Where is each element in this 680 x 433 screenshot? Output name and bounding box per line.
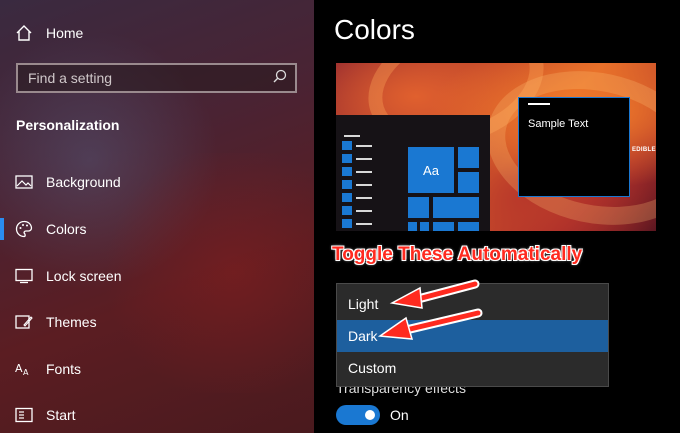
settings-sidebar: Home Personalization Background Colors L… (0, 0, 314, 433)
theme-preview: Aa Sample Text EDIBLE (336, 63, 656, 231)
sidebar-item-label: Lock screen (46, 268, 122, 284)
preview-titlebar (528, 103, 550, 105)
sidebar-item-label: Colors (46, 221, 87, 237)
sidebar-item-themes[interactable]: Themes (0, 310, 314, 334)
toggle-state-label: On (390, 407, 409, 423)
sidebar-item-colors[interactable]: Colors (0, 217, 314, 241)
section-title: Personalization (16, 117, 120, 133)
sidebar-item-label: Start (46, 407, 76, 423)
search-input[interactable] (28, 70, 258, 86)
lock-screen-icon (14, 266, 34, 286)
active-indicator (0, 218, 4, 240)
page-title: Colors (334, 14, 415, 45)
sidebar-item-lock-screen[interactable]: Lock screen (0, 264, 314, 288)
transparency-toggle[interactable] (336, 405, 380, 425)
palette-icon (14, 219, 34, 239)
nav-home[interactable]: Home (0, 21, 314, 45)
sidebar-item-background[interactable]: Background (0, 170, 314, 194)
sidebar-item-label: Fonts (46, 361, 82, 377)
option-light[interactable]: Light (337, 288, 608, 320)
color-mode-dropdown[interactable]: Light Dark Custom (336, 283, 609, 387)
sidebar-item-label: Background (46, 174, 121, 190)
sample-text: Sample Text (528, 118, 589, 130)
search-field[interactable] (16, 63, 297, 93)
option-dark[interactable]: Dark (337, 320, 608, 352)
sidebar-item-start[interactable]: Start (0, 403, 314, 427)
start-list-preview (342, 141, 372, 231)
toggle-knob (365, 410, 375, 420)
search-icon[interactable] (273, 69, 287, 88)
start-icon (14, 405, 34, 425)
svg-text:A: A (23, 368, 29, 377)
home-icon (14, 23, 34, 43)
window-preview: Sample Text (518, 97, 630, 197)
annotation-callout: Toggle These Automatically (332, 244, 583, 265)
themes-icon (14, 312, 34, 332)
preview-line (344, 135, 360, 137)
nav-home-label: Home (46, 25, 84, 41)
image-icon (14, 172, 34, 192)
colors-page: Colors Aa Sample Text EDIBLE Toggle Thes… (314, 0, 680, 433)
sidebar-item-label: Themes (46, 314, 97, 330)
svg-text:A: A (15, 362, 23, 375)
wallpaper-text: EDIBLE (632, 147, 656, 153)
start-menu-preview: Aa (336, 115, 490, 231)
fonts-icon: AA (14, 359, 34, 379)
sidebar-item-fonts[interactable]: AA Fonts (0, 357, 314, 381)
option-custom[interactable]: Custom (337, 352, 608, 384)
tile-aa: Aa (408, 147, 454, 193)
